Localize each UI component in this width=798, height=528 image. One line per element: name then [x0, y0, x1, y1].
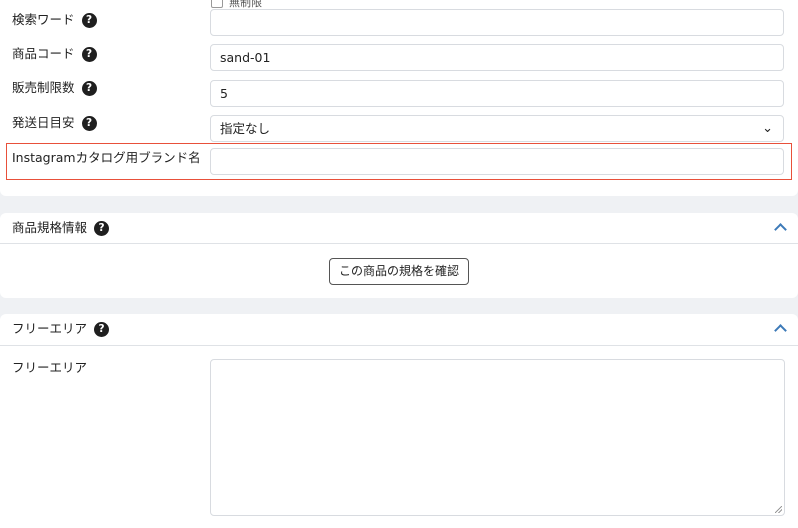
shipping-estimate-label: 発送日目安 ?	[12, 115, 97, 131]
chevron-up-icon[interactable]	[774, 223, 787, 236]
sales-limit-input[interactable]: 5	[210, 80, 784, 107]
row-product-code: 商品コード ? sand-01	[0, 39, 798, 71]
basic-info-card: 無制限 検索ワード ? 商品コード ? sand-01 販売制限数 ? 5 発送…	[0, 0, 798, 196]
free-area-textarea[interactable]	[210, 359, 785, 516]
row-shipping-estimate: 発送日目安 ? 指定なし ⌄	[0, 108, 798, 142]
check-spec-button[interactable]: この商品の規格を確認	[329, 258, 469, 285]
row-search-word: 検索ワード ?	[0, 5, 798, 36]
product-code-label-text: 商品コード	[12, 46, 75, 61]
instagram-brand-input[interactable]	[210, 148, 784, 175]
free-section-title: フリーエリア ?	[12, 321, 110, 337]
free-area-card: フリーエリア ? フリーエリア	[0, 314, 798, 528]
free-section-title-text: フリーエリア	[12, 321, 88, 336]
help-icon[interactable]: ?	[94, 321, 110, 337]
shipping-estimate-label-text: 発送日目安	[12, 115, 75, 130]
spec-section-title: 商品規格情報 ?	[12, 220, 110, 236]
search-word-input[interactable]	[210, 9, 784, 36]
spec-section-title-text: 商品規格情報	[12, 220, 88, 235]
resize-handle-icon[interactable]	[775, 506, 782, 513]
product-code-label: 商品コード ?	[12, 46, 97, 62]
spec-section-header[interactable]: 商品規格情報 ?	[0, 213, 798, 244]
help-icon[interactable]: ?	[94, 220, 110, 236]
search-word-label: 検索ワード ?	[12, 12, 97, 28]
help-icon[interactable]: ?	[81, 12, 97, 28]
sales-limit-label: 販売制限数 ?	[12, 80, 97, 96]
help-icon[interactable]: ?	[81, 46, 97, 62]
shipping-estimate-selected: 指定なし	[220, 121, 271, 136]
row-sales-limit: 販売制限数 ? 5	[0, 73, 798, 107]
search-word-label-text: 検索ワード	[12, 12, 75, 27]
help-icon[interactable]: ?	[81, 115, 97, 131]
product-edit-page: 無制限 検索ワード ? 商品コード ? sand-01 販売制限数 ? 5 発送…	[0, 0, 798, 528]
free-area-label: フリーエリア	[12, 360, 88, 375]
shipping-estimate-select[interactable]: 指定なし ⌄	[210, 115, 784, 142]
help-icon[interactable]: ?	[81, 80, 97, 96]
instagram-brand-label-text: Instagramカタログ用ブランド名	[12, 150, 201, 165]
free-section-header[interactable]: フリーエリア ?	[0, 314, 798, 346]
product-code-input[interactable]: sand-01	[210, 44, 784, 71]
row-instagram-brand: Instagramカタログ用ブランド名	[0, 143, 798, 175]
instagram-brand-label: Instagramカタログ用ブランド名	[12, 150, 201, 166]
chevron-up-icon[interactable]	[774, 324, 787, 337]
spec-info-card: 商品規格情報 ? この商品の規格を確認	[0, 213, 798, 298]
chevron-down-icon: ⌄	[762, 121, 773, 136]
sales-limit-label-text: 販売制限数	[12, 80, 75, 95]
